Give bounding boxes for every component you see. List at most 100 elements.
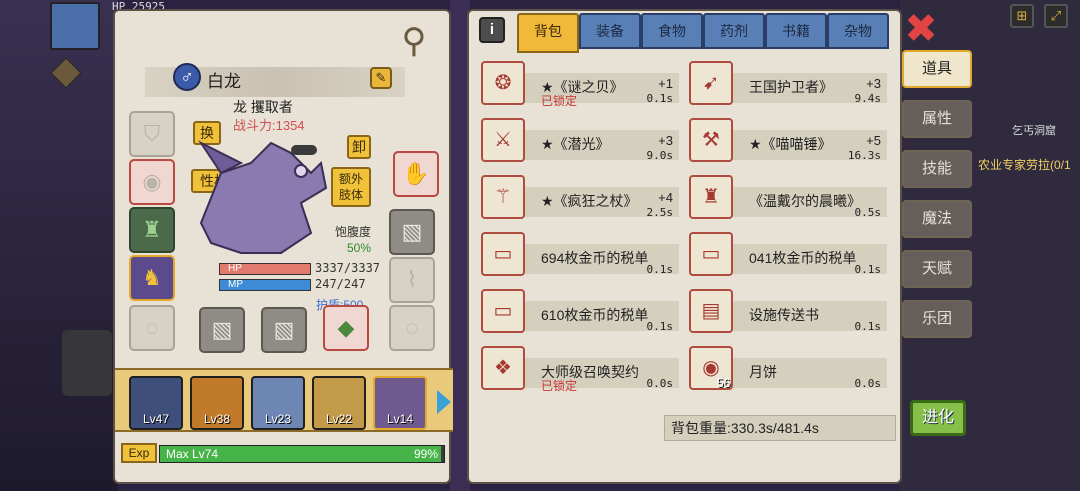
item-name: 设施传送书 — [749, 307, 819, 323]
pet-slot[interactable]: ♞ — [129, 255, 175, 301]
inventory-item[interactable]: ⚔ ★《潜光》 +3 9.0s — [479, 114, 679, 166]
inventory-item[interactable]: ➹ 王国护卫者》 +3 9.4s — [687, 57, 887, 109]
inventory-item[interactable]: ▭ 694枚金币的税单 0.1s — [479, 228, 679, 280]
item-locked-label: 已锁定 — [541, 94, 578, 108]
party-member[interactable]: Lv14 — [373, 376, 427, 430]
info-icon[interactable]: i — [479, 17, 505, 43]
accessory-slot-2[interactable]: ▧ — [261, 307, 307, 353]
boots-slot[interactable]: ⌇ — [389, 257, 435, 303]
item-weight: 0.0s — [646, 377, 674, 390]
inventory-item[interactable]: ♜ 《温戴尔的晨曦》 0.5s — [687, 171, 887, 223]
tab-3[interactable]: 药剂 — [703, 13, 765, 49]
party-member-level: Lv23 — [264, 412, 292, 426]
scythe-icon: ⚔ — [481, 118, 525, 162]
ring-slot[interactable]: ◌ — [129, 305, 175, 351]
exp-tag: Exp — [121, 443, 157, 463]
tab-2[interactable]: 食物 — [641, 13, 703, 49]
teleport-book-icon: ▤ — [689, 289, 733, 333]
tab-0[interactable]: 背包 — [517, 13, 579, 53]
item-weight: 9.0s — [646, 149, 674, 162]
party-member-level: Lv38 — [203, 412, 231, 426]
item-enhance-level: +4 — [658, 190, 673, 205]
helmet-slot[interactable]: ⛉ — [129, 111, 175, 157]
character-panel: ⚲ ♂ 白龙 ✎ 龙 攫取者 战斗力:1354 ⛉ 换 ◉ 性格 ♜ ♞ ◌ 卸… — [113, 9, 453, 484]
tab-4[interactable]: 书籍 — [765, 13, 827, 49]
inventory-item[interactable]: ▤ 设施传送书 0.1s — [687, 285, 887, 337]
item-enhance-level: +5 — [866, 133, 881, 148]
inventory-panel: i 背包 装备 食物 药剂 书籍 杂物 ❂ ★《谜之贝》 +1 0.1s 已锁定 ➹ 王国护卫者》 +3… — [467, 9, 902, 484]
item-enhance-level: +3 — [866, 76, 881, 91]
inventory-grid[interactable]: ❂ ★《谜之贝》 +1 0.1s 已锁定 ➹ 王国护卫者》 +3 9.4s ⚔ ★《潜光》 +3 9.0… — [479, 57, 889, 405]
fullscreen-icon[interactable]: ⤢ — [1044, 4, 1068, 28]
item-name: ★《潜光》 — [541, 136, 610, 152]
male-icon: ♂ — [173, 63, 201, 91]
armor-slot[interactable]: ♜ — [129, 207, 175, 253]
unequip-button[interactable]: 卸 — [347, 135, 371, 159]
side-menu-item[interactable]: 道具 — [902, 50, 972, 88]
tax-bill-icon: ▭ — [481, 289, 525, 333]
hp-value: 3337/3337 — [315, 261, 381, 275]
map-location-label: 乞丐洞窟 — [1012, 125, 1056, 137]
side-menu-item[interactable]: 乐团 — [902, 300, 972, 338]
player-avatar[interactable] — [50, 2, 100, 50]
inventory-item[interactable]: ▭ 610枚金币的税单 0.1s — [479, 285, 679, 337]
amulet-slot[interactable]: ◉ — [129, 159, 175, 205]
item-name: 694枚金币的税单 — [541, 250, 649, 266]
tab-1[interactable]: 装备 — [579, 13, 641, 49]
item-name: 610枚金币的税单 — [541, 307, 649, 323]
inventory-item[interactable]: ▭ 041枚金币的税单 0.1s — [687, 228, 887, 280]
accessory-slot-1[interactable]: ▧ — [199, 307, 245, 353]
combat-power: 战斗力:1354 — [233, 118, 305, 133]
item-weight: 0.1s — [646, 263, 674, 276]
side-menu-item[interactable]: 魔法 — [902, 200, 972, 238]
side-menu-item[interactable]: 天赋 — [902, 250, 972, 288]
item-enhance-level: +3 — [658, 133, 673, 148]
party-member[interactable]: Lv38 — [190, 376, 244, 430]
item-weight: 0.5s — [854, 206, 882, 219]
summon-contract-icon: ❖ — [481, 346, 525, 390]
close-icon[interactable]: ✖ — [904, 9, 938, 49]
side-menu-item[interactable]: 属性 — [902, 100, 972, 138]
edit-name-icon[interactable]: ✎ — [370, 67, 392, 89]
extra-limb-button[interactable]: 额外 肢体 — [331, 167, 371, 207]
inventory-item[interactable]: ❖ 大师级召唤契约 0.0s 已锁定 — [479, 342, 679, 394]
bag-weight: 背包重量:330.3s/481.4s — [664, 415, 896, 441]
tab-5[interactable]: 杂物 — [827, 13, 889, 49]
inventory-item[interactable]: ⚚ ★《疯狂之杖》 +4 2.5s — [479, 171, 679, 223]
inventory-item[interactable]: ❂ ★《谜之贝》 +1 0.1s 已锁定 — [479, 57, 679, 109]
hammer-icon: ⚒ — [689, 118, 733, 162]
inventory-item[interactable]: ⚒ ★《喵喵锤》 +5 16.3s — [687, 114, 887, 166]
quest-tracker[interactable]: 农业专家劳拉(0/1 — [978, 156, 1071, 173]
item-name: 041枚金币的税单 — [749, 250, 857, 266]
item-weight: 0.1s — [646, 92, 674, 105]
party-member[interactable]: Lv23 — [251, 376, 305, 430]
party-member-level: Lv22 — [325, 412, 353, 426]
satiety-label: 饱腹度 — [335, 225, 372, 239]
satiety-value: 50% — [347, 241, 372, 255]
hanger-icon[interactable]: ⚲ — [383, 19, 445, 63]
gem-slot[interactable]: ◆ — [323, 305, 369, 351]
move-left-button[interactable] — [62, 330, 112, 396]
inventory-item[interactable]: ◉ 月饼 0.0s 56 — [687, 342, 887, 394]
item-weight: 2.5s — [646, 206, 674, 219]
item-name: 月饼 — [749, 364, 777, 380]
race-title: 龙 攫取者 — [233, 99, 293, 115]
tax-bill-icon: ▭ — [689, 232, 733, 276]
item-weight: 9.4s — [854, 92, 882, 105]
tax-bill-icon: ▭ — [481, 232, 525, 276]
network-icon[interactable]: ⊞ — [1010, 4, 1034, 28]
weapon-slot[interactable]: ▧ — [389, 209, 435, 255]
item-name: 王国护卫者》 — [749, 79, 833, 95]
staff-icon: ⚚ — [481, 175, 525, 219]
armor-icon: ♜ — [689, 175, 733, 219]
side-menu-item[interactable]: 技能 — [902, 150, 972, 188]
party-member[interactable]: Lv22 — [312, 376, 366, 430]
item-name: 《温戴尔的晨曦》 — [749, 193, 861, 209]
exp-level-text: Max Lv74 — [166, 447, 219, 461]
evolve-button[interactable]: 进化 — [910, 400, 966, 436]
item-weight: 0.0s — [854, 377, 882, 390]
party-member[interactable]: Lv47 — [129, 376, 183, 430]
party-next-arrow-icon[interactable] — [437, 390, 451, 414]
charm-slot[interactable]: ◌ — [389, 305, 435, 351]
glove-slot[interactable]: ✋ — [393, 151, 439, 197]
